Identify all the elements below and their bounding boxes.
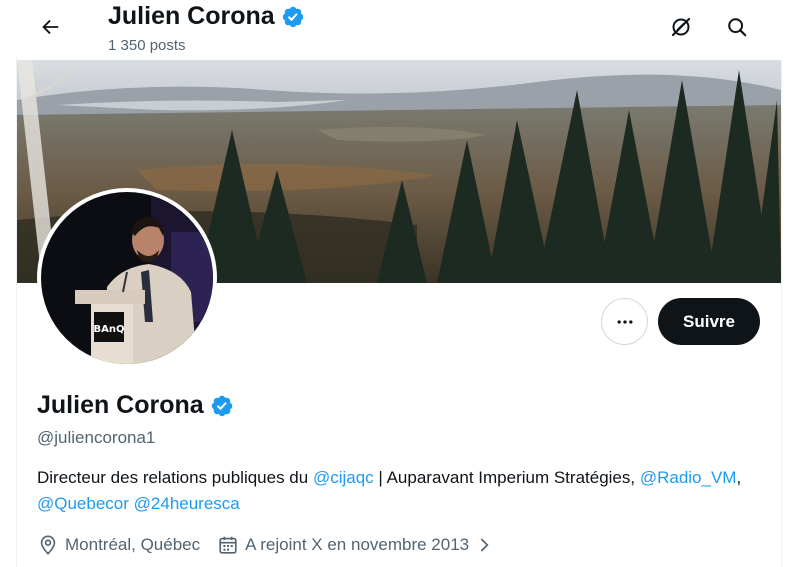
more-options-button[interactable]	[601, 298, 648, 345]
bio-mention-link[interactable]: @Quebecor	[37, 494, 129, 513]
arrow-left-icon	[42, 19, 59, 35]
location-item: Montréal, Québec	[37, 534, 200, 556]
profile-bio: Directeur des relations publiques du @ci…	[37, 465, 757, 517]
profile-name: Julien Corona	[37, 391, 204, 419]
grok-button[interactable]	[663, 9, 699, 45]
joined-text: A rejoint X en novembre 2013	[245, 535, 470, 554]
back-button[interactable]	[32, 9, 68, 45]
bio-mention-link[interactable]: @cijaqc	[313, 468, 374, 487]
more-dots-icon	[617, 319, 632, 324]
calendar-icon	[219, 536, 237, 554]
bio-text: Directeur des relations publiques du	[37, 468, 313, 487]
location-text: Montréal, Québec	[65, 535, 201, 554]
avatar[interactable]: BAnQ	[37, 188, 217, 368]
joined-date-item[interactable]: A rejoint X en novembre 2013	[217, 534, 493, 556]
header-post-count: 1 350 posts	[108, 37, 186, 54]
chevron-right-icon	[480, 538, 489, 552]
grok-icon	[671, 17, 691, 37]
search-button[interactable]	[719, 9, 755, 45]
location-pin-icon	[40, 535, 56, 555]
bio-text: | Auparavant Imperium Stratégies,	[373, 468, 640, 487]
bio-mention-link[interactable]: @Radio_VM	[640, 468, 737, 487]
header-name: Julien Corona	[108, 2, 275, 30]
verified-badge-icon	[281, 5, 305, 29]
search-icon	[728, 18, 747, 37]
header-title: Julien Corona	[108, 2, 305, 31]
profile-name-row: Julien Corona	[37, 391, 234, 420]
bio-mention-link[interactable]: @24heuresca	[134, 494, 240, 513]
svg-text:BAnQ: BAnQ	[94, 324, 125, 335]
profile-handle: @juliencorona1	[37, 428, 156, 447]
profile-header-bar: Julien Corona 1 350 posts	[16, 0, 782, 58]
bio-text: ,	[736, 468, 742, 487]
follow-button[interactable]: Suivre	[658, 298, 760, 345]
verified-badge-icon[interactable]	[210, 394, 234, 418]
profile-meta: Montréal, Québec A rejoint X en novembre…	[37, 534, 510, 556]
